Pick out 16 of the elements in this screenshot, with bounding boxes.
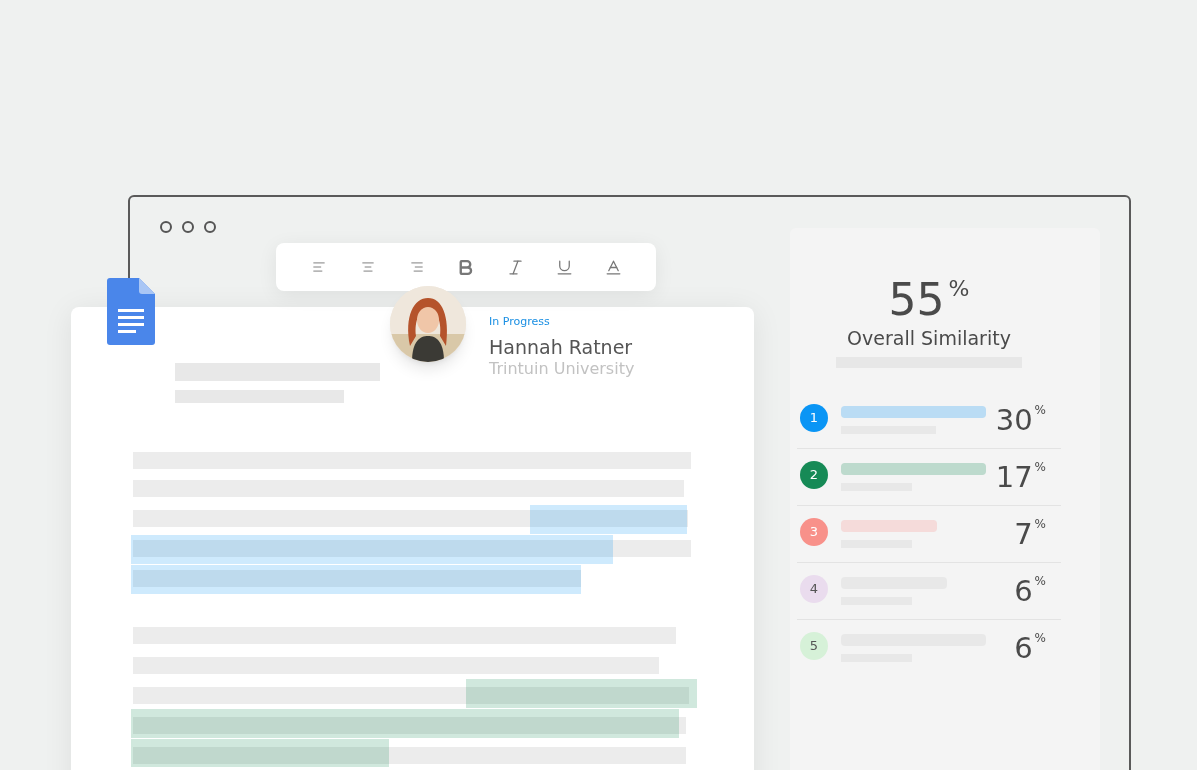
percent-sign: % [1034,460,1046,473]
percent-sign: % [1034,517,1046,530]
source-percentage: 30 [995,403,1033,436]
author-institution: Trintuin University [489,358,635,379]
source-percentage: 6 [1014,631,1033,664]
similarity-value: 55 [888,278,945,322]
author-name: Hannah Ratner [489,334,634,359]
source-percentage: 6 [1014,574,1033,607]
source-percentage: 17 [995,460,1033,493]
source-percentage: 7 [1014,517,1033,550]
percent-sign: % [1034,403,1046,416]
percent-sign: % [948,278,970,300]
status-label: In Progress [489,314,551,330]
percent-sign: % [1034,631,1046,644]
percent-sign: % [1034,574,1046,587]
similarity-label: Overall Similarity [846,326,1012,351]
